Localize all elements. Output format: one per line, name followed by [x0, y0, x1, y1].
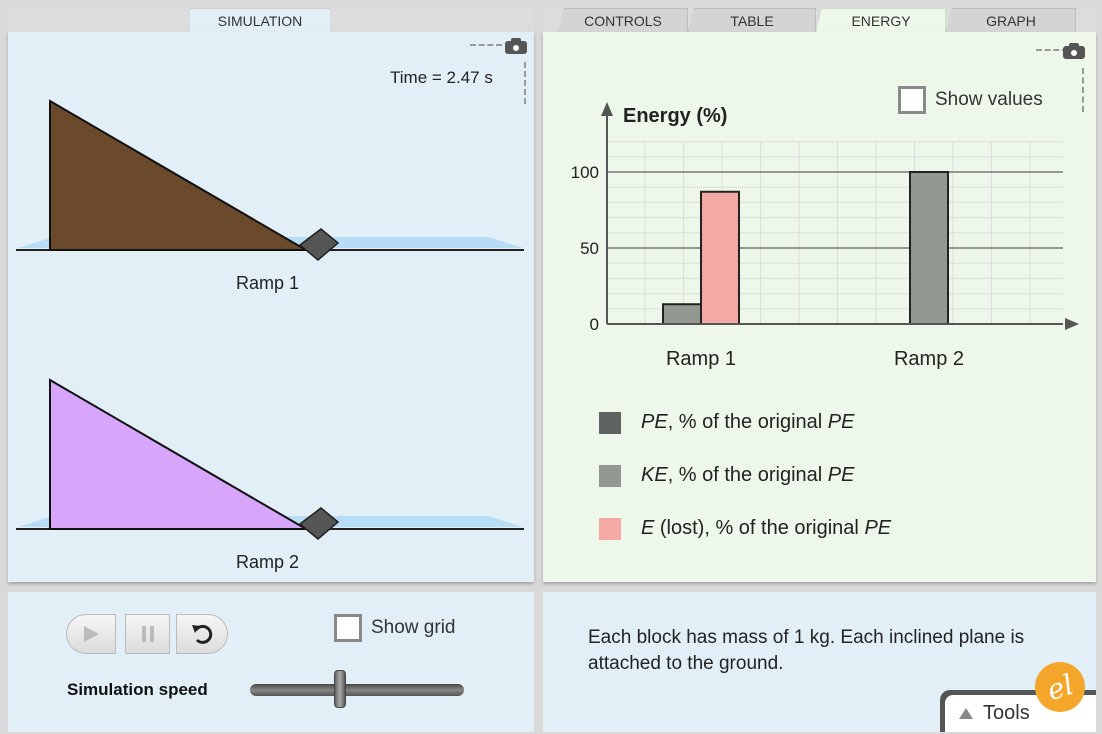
simulation-speed-slider[interactable]	[250, 684, 464, 696]
x-tick-label: Ramp 2	[894, 348, 964, 370]
play-button[interactable]	[66, 614, 116, 654]
chevron-up-icon	[959, 708, 973, 719]
y-axis-arrow	[601, 102, 613, 116]
ramp2-block[interactable]	[298, 507, 340, 540]
x-axis-arrow	[1065, 318, 1079, 330]
tools-button[interactable]: Tools el	[940, 655, 1096, 732]
play-icon	[84, 626, 99, 642]
ramp1-incline	[49, 99, 310, 251]
ramp2-label: Ramp 2	[236, 552, 300, 572]
y-tick-label: 50	[580, 239, 599, 258]
reset-icon	[192, 624, 213, 644]
legend-pe-prefix: PE	[641, 411, 668, 433]
ramp2-incline	[49, 378, 310, 530]
bar-ke-1	[662, 303, 702, 325]
show-grid-label: Show grid	[371, 617, 456, 638]
x-tick-label: Ramp 1	[666, 348, 736, 370]
chart-grid	[607, 141, 1063, 324]
ramp1-block[interactable]	[298, 228, 340, 261]
legend-e-middle: (lost), % of the original	[654, 517, 865, 539]
legend-swatch-ke	[599, 464, 621, 487]
legend-ke-middle: , % of the original	[667, 464, 828, 486]
energy-panel: Show values Ramp 1 Ramp 2 0 50 100 Energy (%…	[543, 32, 1096, 582]
tab-table[interactable]: TABLE	[688, 8, 816, 32]
tab-graph[interactable]: GRAPH	[946, 8, 1076, 32]
legend-e-suffix: PE	[864, 517, 892, 539]
pause-button[interactable]	[125, 614, 170, 654]
bar-e-lost-1	[700, 190, 740, 325]
description-panel: Each block has mass of 1 kg. Each inclin…	[543, 592, 1096, 732]
tab-simulation[interactable]: SIMULATION	[190, 8, 330, 32]
ramp1-label: Ramp 1	[236, 273, 300, 293]
simulation-speed-thumb[interactable]	[333, 670, 346, 708]
control-panel: Show grid Simulation speed	[8, 592, 534, 732]
legend-pe-middle: , % of the original	[667, 411, 828, 433]
chart-axes: Ramp 1 Ramp 2 0 50 100	[571, 102, 1079, 370]
tab-energy[interactable]: ENERGY	[816, 8, 946, 32]
legend-swatch-pe	[599, 411, 621, 434]
simulation-speed-label: Simulation speed	[67, 680, 208, 699]
bar-ke-2	[909, 171, 949, 325]
legend-ke-prefix: KE	[641, 464, 668, 486]
y-tick-label: 0	[590, 315, 599, 334]
description-text: Each block has mass of 1 kg. Each inclin…	[588, 627, 1025, 674]
show-grid-checkbox[interactable]	[334, 614, 362, 642]
legend-item-ke: KE, % of the original PE	[599, 464, 854, 487]
ramps-scene	[16, 99, 524, 540]
reset-button[interactable]	[176, 614, 228, 654]
legend-item-pe: PE, % of the original PE	[599, 411, 854, 434]
legend-pe-suffix: PE	[827, 411, 855, 433]
legend-ke-suffix: PE	[827, 464, 855, 486]
pause-icon	[141, 626, 154, 642]
y-tick-label: 100	[571, 163, 599, 182]
energy-chart: Ramp 1 Ramp 2 0 50 100 Energy (%)	[571, 102, 1079, 370]
legend-swatch-e-lost	[599, 517, 621, 540]
chart-y-axis-label: Energy (%)	[623, 105, 727, 127]
legend-item-e-lost: E (lost), % of the original PE	[599, 517, 891, 540]
legend-e-prefix: E	[641, 517, 655, 539]
gizmo-app: SIMULATION CONTROLS TABLE ENERGY GRAPH T…	[0, 0, 1102, 734]
tab-controls[interactable]: CONTROLS	[558, 8, 688, 32]
tools-label: Tools	[983, 702, 1030, 724]
simulation-panel: Time = 2.47 s Ramp 1 Ramp 2	[8, 32, 534, 582]
